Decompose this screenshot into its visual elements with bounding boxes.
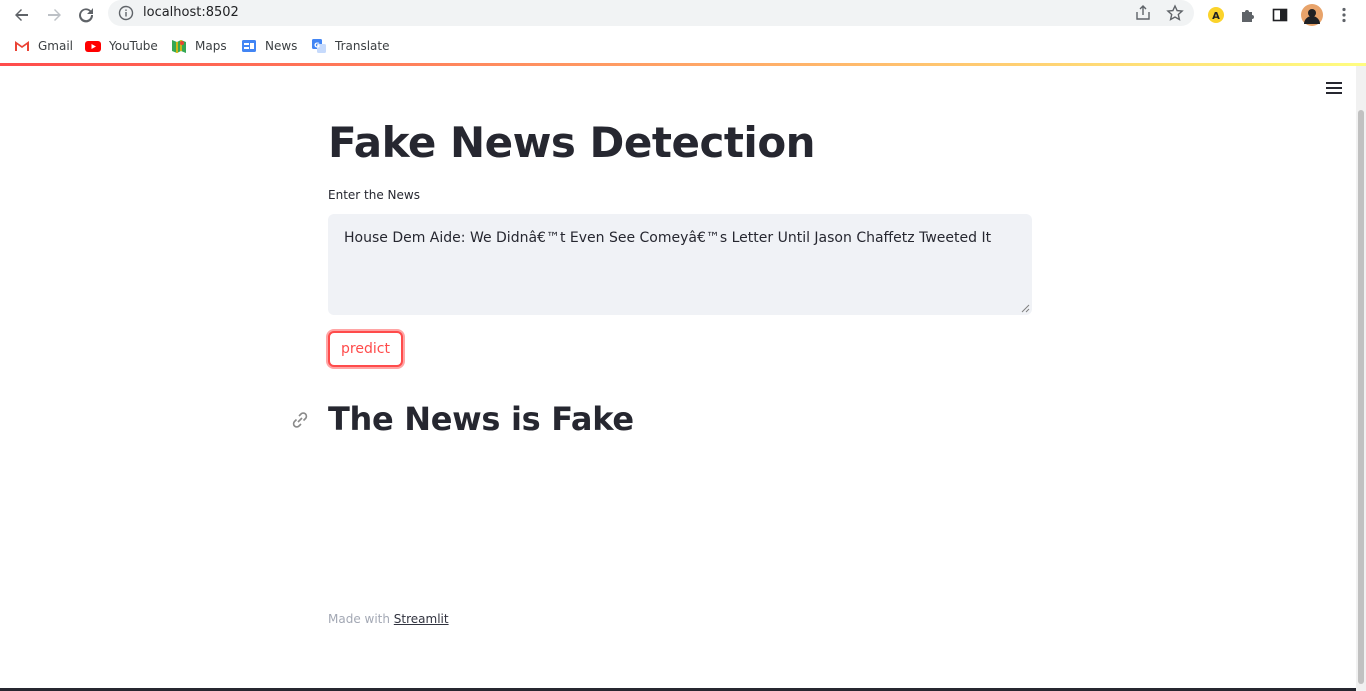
news-textarea-value: House Dem Aide: We Didnâ€™t Even See Com…: [344, 230, 992, 246]
bookmark-gmail[interactable]: Gmail: [14, 37, 73, 55]
forward-button[interactable]: [42, 3, 66, 27]
news-input-label: Enter the News: [328, 188, 420, 202]
back-arrow-icon: [15, 9, 28, 21]
menu-button[interactable]: [1332, 3, 1356, 27]
url-text: localhost:8502: [143, 5, 239, 20]
svg-text:G: G: [314, 42, 320, 50]
reload-icon: [79, 8, 94, 23]
bookmark-label: Translate: [335, 39, 390, 53]
address-bar[interactable]: localhost:8502: [108, 0, 1194, 26]
scrollbar-thumb[interactable]: [1358, 110, 1364, 684]
puzzle-icon: [1242, 10, 1254, 22]
predict-button[interactable]: predict: [328, 331, 403, 367]
reload-button[interactable]: [74, 3, 98, 27]
share-icon[interactable]: [1134, 4, 1152, 22]
page-title: Fake News Detection: [328, 118, 816, 167]
gmail-icon: [15, 41, 29, 51]
link-icon[interactable]: [290, 410, 310, 430]
side-panel-icon: [1272, 8, 1288, 22]
bookmark-star-icon[interactable]: [1166, 4, 1184, 22]
resize-grip-icon[interactable]: [1020, 303, 1030, 313]
bookmark-label: Gmail: [38, 39, 74, 53]
prediction-result: The News is Fake: [328, 400, 634, 438]
bookmark-label: YouTube: [109, 39, 158, 53]
forward-arrow-icon: [48, 9, 61, 21]
translate-icon: G: [312, 39, 326, 53]
footer-text: Made with: [328, 612, 394, 626]
browser-toolbar: localhost:8502 A: [0, 0, 1366, 30]
bookmark-news[interactable]: News: [241, 37, 297, 55]
extension-a-button[interactable]: A: [1204, 3, 1228, 27]
footer: Made with Streamlit: [328, 612, 449, 626]
bookmark-label: News: [265, 39, 298, 53]
avatar-icon: [1301, 4, 1323, 26]
profile-avatar[interactable]: [1300, 3, 1324, 27]
extension-a-icon: A: [1208, 7, 1224, 23]
bookmark-maps[interactable]: Maps: [171, 37, 227, 55]
bookmark-translate[interactable]: G Translate: [311, 37, 390, 55]
youtube-icon: [85, 41, 101, 52]
hamburger-menu-icon[interactable]: [1326, 82, 1342, 96]
kebab-menu-icon: [1342, 7, 1346, 23]
bookmarks-bar: Gmail YouTube Maps News G Translate: [0, 30, 1366, 62]
svg-text:A: A: [1212, 11, 1220, 22]
extensions-button[interactable]: [1236, 3, 1260, 27]
side-panel-button[interactable]: [1268, 3, 1292, 27]
bookmark-youtube[interactable]: YouTube: [85, 37, 158, 55]
maps-icon: [172, 40, 186, 53]
page-scrollbar[interactable]: [1356, 66, 1366, 691]
news-icon: [242, 40, 256, 52]
info-icon[interactable]: [118, 5, 134, 21]
back-button[interactable]: [10, 3, 34, 27]
streamlit-link[interactable]: Streamlit: [394, 612, 449, 626]
bookmark-label: Maps: [195, 39, 227, 53]
